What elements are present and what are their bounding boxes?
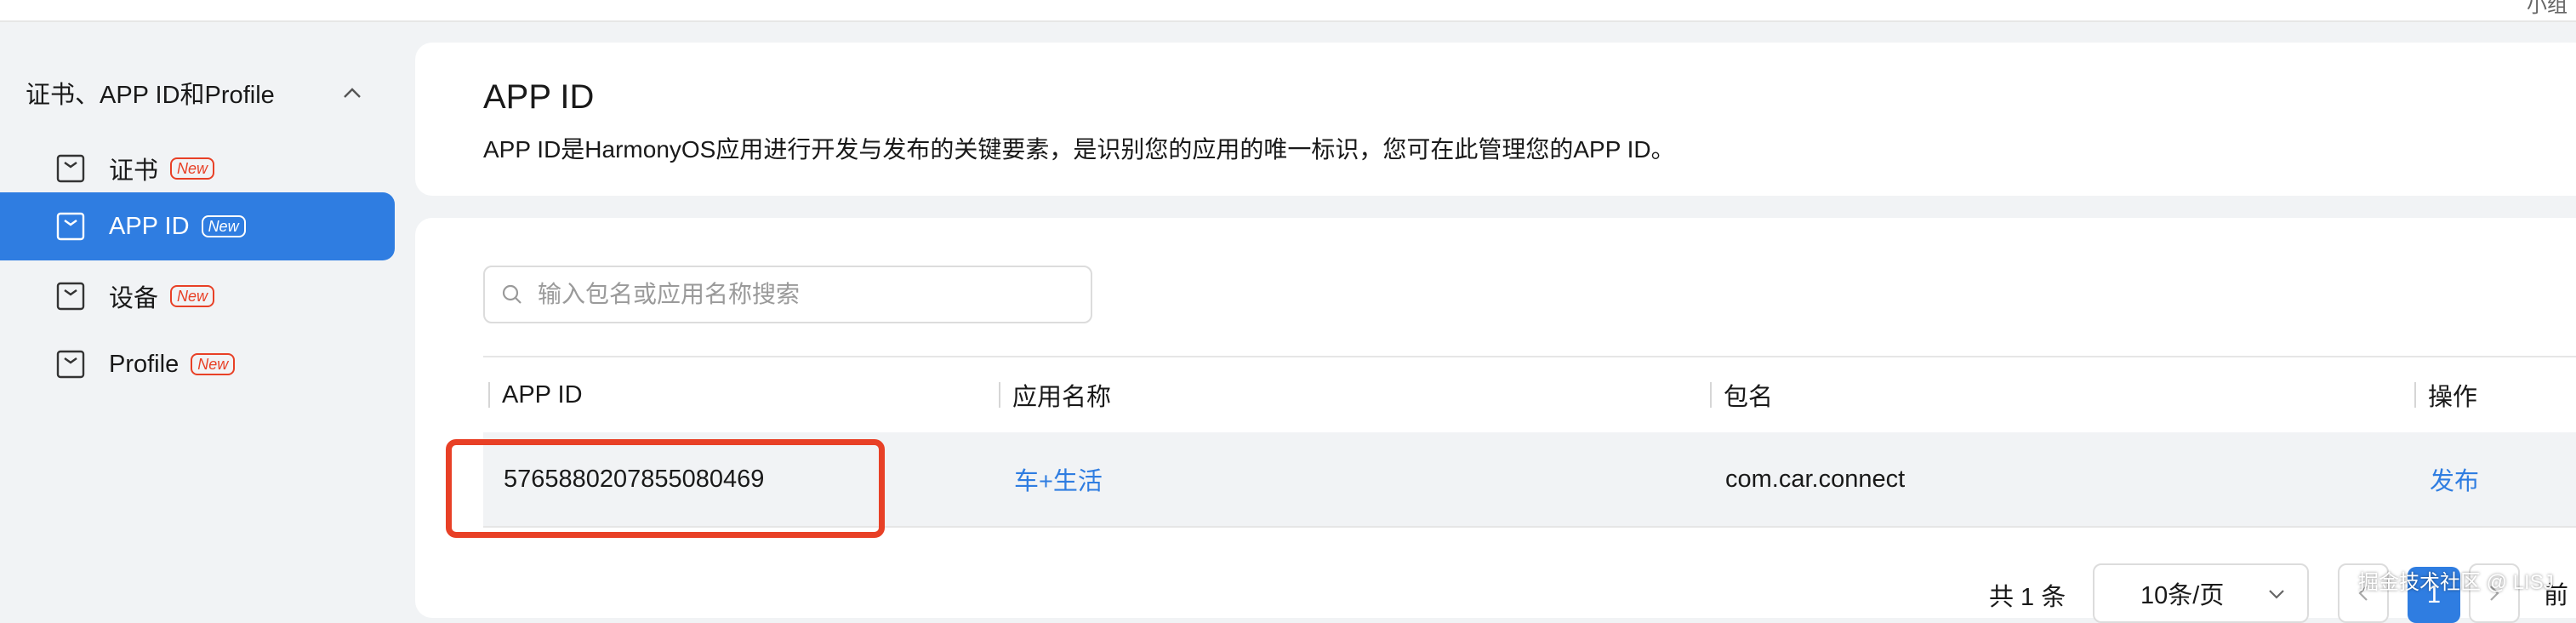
page-size-value: 10条/页 [2140,582,2225,609]
search-box[interactable] [483,266,1092,323]
publish-link[interactable]: 发布 [2430,432,2479,526]
column-header-app-name: 应用名称 [999,357,1111,432]
sidebar-item-label: Profile [109,350,180,378]
column-label: 应用名称 [1012,384,1112,411]
column-label: 包名 [1724,384,1774,411]
new-badge: New [191,353,236,375]
search-input[interactable] [536,280,1067,309]
column-header-actions: 操作 [2414,357,2477,432]
profile-icon [56,350,85,379]
page-header: APP ID APP ID是HarmonyOS应用进行开发与发布的关键要素，是识… [415,43,2576,196]
column-divider [1710,382,1712,408]
chevron-up-icon[interactable] [339,79,366,106]
sidebar: 证书、APP ID和Profile 证书 New APP ID New 设备 N… [0,22,412,608]
sidebar-item-devices[interactable]: 设备 New [0,262,395,330]
column-divider [2414,382,2416,408]
sidebar-item-label: 设备 [109,285,159,312]
column-label: APP ID [502,380,583,409]
sidebar-item-profile[interactable]: Profile New [0,330,395,398]
page-title: APP ID [483,78,595,116]
watermark: 掘金技术社区 @ LISJ [2358,571,2554,594]
chevron-down-icon [2266,584,2287,604]
sidebar-item-app-id[interactable]: APP ID New [0,192,395,260]
sidebar-item-label: 证书 [109,157,159,185]
page-size-select[interactable]: 10条/页 [2093,563,2309,623]
package-name-cell: com.car.connect [1725,465,1906,493]
column-label: 操作 [2428,384,2478,411]
sidebar-group-label: 证书、APP ID和Profile [26,82,275,109]
column-header-package: 包名 [1710,357,1773,432]
page-description: APP ID是HarmonyOS应用进行开发与发布的关键要素，是识别您的应用的唯… [483,136,1675,163]
device-icon [56,282,85,311]
new-badge: New [201,215,246,237]
top-bar: 小组 [0,0,2576,22]
certificate-icon [56,154,85,183]
new-badge: New [170,285,215,307]
sidebar-item-label: APP ID [109,212,190,240]
search-icon [500,283,524,306]
new-badge: New [170,157,215,180]
sidebar-group-header[interactable]: 证书、APP ID和Profile [26,71,366,114]
top-bar-text: 小组 [2527,0,2567,17]
highlight-annotation [446,439,885,538]
app-id-icon [56,212,85,241]
column-divider [999,382,1000,408]
column-divider [488,382,490,408]
app-name-link[interactable]: 车+生活 [1014,432,1103,526]
table-header: APP ID 应用名称 包名 操作 [483,356,2576,432]
content-panel: APP ID 应用名称 包名 操作 5765880207855080469 车+… [415,218,2576,618]
column-header-app-id: APP ID [488,357,583,432]
